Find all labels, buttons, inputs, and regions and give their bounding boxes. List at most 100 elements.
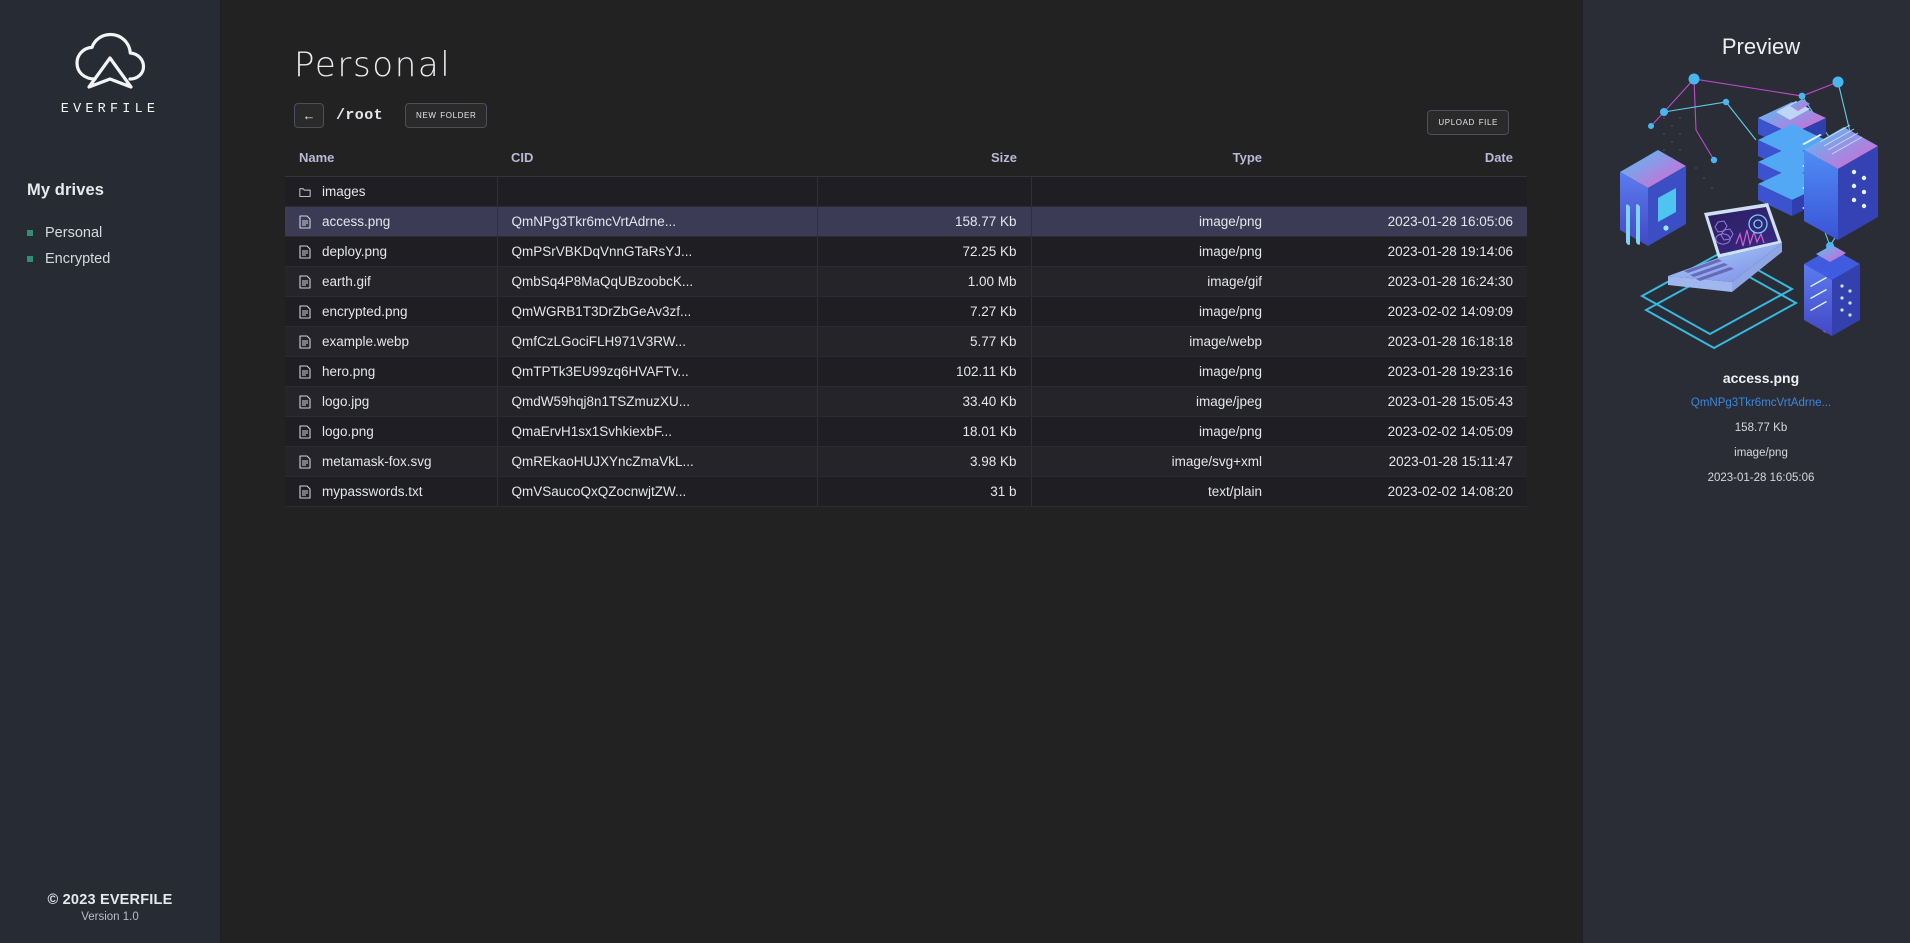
file-icon (299, 304, 311, 319)
sidebar-item-label: Encrypted (45, 251, 111, 267)
file-name: encrypted.png (322, 304, 408, 319)
file-name: logo.jpg (322, 394, 370, 409)
copyright-text: © 2023 EVERFILE (47, 892, 173, 908)
server-left (1620, 150, 1686, 246)
table-row[interactable]: logo.jpg QmdW59hqj8n1TSZmuzXU... 33.40 Kb i… (285, 386, 1527, 417)
preview-cid-link[interactable]: QmNPg3Tkr6mcVrtAdrne... (1691, 397, 1831, 409)
table-row[interactable]: deploy.png QmPSrVBKDqVnnGTaRsYJ... 72.25 K… (285, 236, 1527, 267)
table-row[interactable]: earth.gif QmbSq4P8MaQqUBzoobcK... 1.00 Mb i… (285, 266, 1527, 297)
table-body: images access.png QmNPg3Tkr6mcVrtAdrne... 1… (285, 176, 1527, 507)
file-cid: QmNPg3Tkr6mcVrtAdrne... (496, 206, 817, 237)
preview-date: 2023-01-28 16:05:06 (1707, 472, 1815, 484)
breadcrumb: /root (336, 107, 384, 124)
bullet-icon (27, 256, 33, 262)
file-icon (299, 274, 311, 289)
drives-section: My drives Personal Encrypted (0, 181, 220, 272)
file-icon (299, 364, 311, 379)
table-header: Name CID Size Type Date (285, 150, 1527, 177)
file-icon (299, 424, 311, 439)
file-type: image/png (1030, 236, 1276, 267)
sidebar-footer: © 2023 EVERFILE Version 1.0 (0, 892, 220, 923)
file-icon (299, 334, 311, 349)
drives-heading: My drives (27, 181, 105, 199)
file-name: metamask-fox.svg (322, 454, 432, 469)
table-row[interactable]: logo.png QmaErvH1sx1SvhkiexbF... 18.01 Kb i… (285, 416, 1527, 447)
table-row[interactable]: hero.png QmTPTk3EU99zq6HVAFTv... 102.11 Kb… (285, 356, 1527, 387)
file-size: 3.98 Kb (816, 446, 1031, 477)
file-date: 2023-01-28 16:24:30 (1276, 266, 1527, 297)
preview-panel: Preview access.png QmNPg3Tkr6mcVrtAdrne.… (1582, 0, 1910, 943)
file-type: image/png (1030, 206, 1276, 237)
file-name: logo.png (322, 424, 374, 439)
file-name: access.png (322, 214, 391, 229)
folder-size (816, 176, 1031, 207)
file-size: 5.77 Kb (816, 326, 1031, 357)
table-row[interactable]: example.webp QmfCzLGociFLH971V3RW... 5.77 … (285, 326, 1527, 357)
column-header-name[interactable]: Name (285, 150, 497, 177)
file-name: example.webp (322, 334, 410, 349)
file-cid: QmVSaucoQxQZocnwjtZW... (496, 476, 817, 507)
sidebar-item-encrypted[interactable]: Encrypted (27, 246, 193, 272)
table-header-row: Name CID Size Type Date (285, 150, 1527, 177)
file-date: 2023-01-28 16:18:18 (1276, 326, 1527, 357)
preview-type: image/png (1734, 447, 1788, 459)
file-size: 7.27 Kb (816, 296, 1031, 327)
file-cid: QmTPTk3EU99zq6HVAFTv... (496, 356, 817, 387)
file-date: 2023-01-28 19:14:06 (1276, 236, 1527, 267)
file-name: earth.gif (322, 274, 371, 289)
file-name: mypasswords.txt (322, 484, 423, 499)
table-row[interactable]: metamask-fox.svg QmREkaoHUJXYncZmaVkL... 3… (285, 446, 1527, 477)
file-type: image/svg+xml (1030, 446, 1276, 477)
file-size: 33.40 Kb (816, 386, 1031, 417)
drive-list: Personal Encrypted (27, 220, 193, 272)
file-type: image/gif (1030, 266, 1276, 297)
file-type: image/jpeg (1030, 386, 1276, 417)
table-row[interactable]: encrypted.png QmWGRB1T3DrZbGeAv3zf... 7.27… (285, 296, 1527, 327)
sidebar: EVERFILE My drives Personal Encrypted © … (0, 0, 221, 943)
file-type: text/plain (1030, 476, 1276, 507)
column-header-cid[interactable]: CID (497, 150, 817, 177)
file-date: 2023-02-02 14:09:09 (1276, 296, 1527, 327)
bullet-icon (27, 230, 33, 236)
file-name: deploy.png (322, 244, 388, 259)
toolbar: ← /root New Folder (294, 103, 1527, 128)
file-cid: QmWGRB1T3DrZbGeAv3zf... (496, 296, 817, 327)
file-size: 18.01 Kb (816, 416, 1031, 447)
folder-type (1030, 176, 1276, 207)
preview-file-name: access.png (1722, 370, 1800, 386)
folder-date (1276, 176, 1527, 207)
file-date: 2023-01-28 15:11:47 (1276, 446, 1527, 477)
file-icon (299, 244, 311, 259)
upload-file-button[interactable]: Upload File (1427, 110, 1509, 135)
file-cid: QmfCzLGociFLH971V3RW... (496, 326, 817, 357)
main-content: Personal ← /root New Folder Upload File … (221, 0, 1582, 943)
back-button[interactable]: ← (294, 103, 324, 128)
app-root: EVERFILE My drives Personal Encrypted © … (0, 0, 1910, 943)
table-row-folder[interactable]: images (285, 176, 1527, 207)
page-title: Personal (294, 45, 452, 85)
folder-cid (496, 176, 817, 207)
isometric-datacenter-illustration (1620, 73, 1878, 350)
file-cid: QmdW59hqj8n1TSZmuzXU... (496, 386, 817, 417)
preview-size: 158.77 Kb (1734, 422, 1788, 434)
file-type: image/png (1030, 296, 1276, 327)
file-table: Name CID Size Type Date images access.png… (285, 150, 1527, 507)
file-size: 31 b (816, 476, 1031, 507)
file-name: hero.png (322, 364, 376, 379)
column-header-date[interactable]: Date (1276, 150, 1527, 177)
brand-logo[interactable]: EVERFILE (61, 32, 159, 117)
table-row[interactable]: mypasswords.txt QmVSaucoQxQZocnwjtZW... 31… (285, 476, 1527, 507)
file-type: image/png (1030, 356, 1276, 387)
column-header-size[interactable]: Size (817, 150, 1031, 177)
cloud-upload-icon (75, 32, 146, 89)
file-cid: QmREkaoHUJXYncZmaVkL... (496, 446, 817, 477)
folder-name: images (322, 184, 366, 199)
table-row[interactable]: access.png QmNPg3Tkr6mcVrtAdrne... 158.77 … (285, 206, 1527, 237)
version-text: Version 1.0 (81, 911, 139, 923)
brand-name: EVERFILE (60, 102, 160, 117)
column-header-type[interactable]: Type (1031, 150, 1276, 177)
new-folder-button[interactable]: New Folder (405, 103, 488, 128)
file-date: 2023-01-28 19:23:16 (1276, 356, 1527, 387)
file-cid: QmaErvH1sx1SvhkiexbF... (496, 416, 817, 447)
sidebar-item-personal[interactable]: Personal (27, 220, 193, 246)
